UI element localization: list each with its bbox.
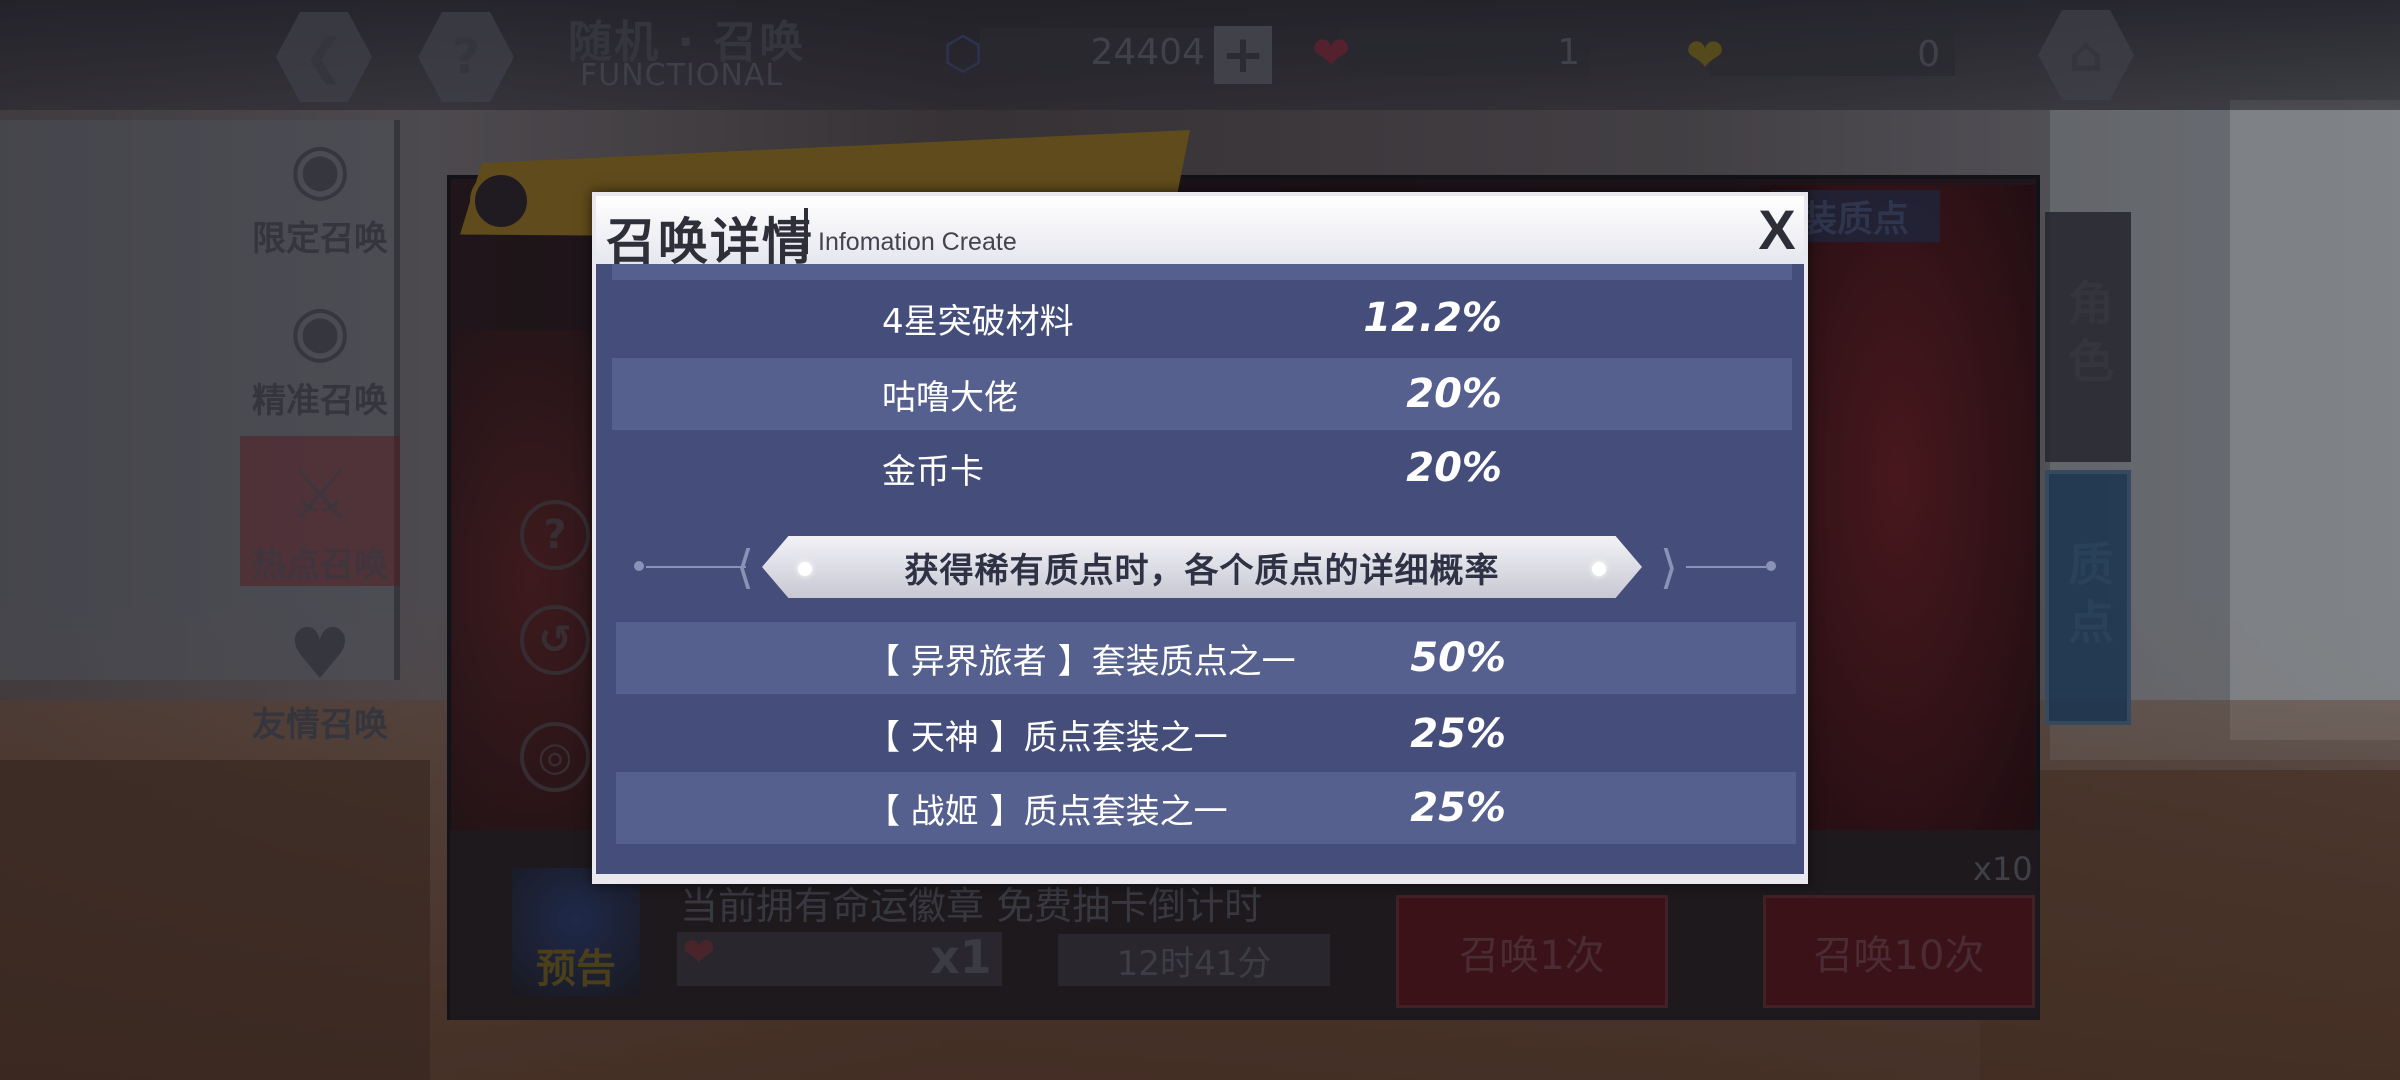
- close-button[interactable]: X: [1750, 198, 1804, 261]
- list-item: 金币卡 20%: [612, 432, 1792, 504]
- item-name: 【 异界旅者 】套装质点之一: [866, 641, 1296, 682]
- item-name: 4星突破材料: [882, 301, 1074, 342]
- chevron-right-icon: ⟩: [1660, 540, 1678, 594]
- dialog-header: 召唤详情 Infomation Create X: [596, 196, 1804, 271]
- list-item: 4星突破材料 12.2%: [612, 282, 1792, 354]
- close-icon: X: [1758, 197, 1796, 261]
- item-rate: 20%: [1406, 371, 1502, 417]
- item-rate: 12.2%: [1363, 295, 1502, 341]
- list-item: 【 异界旅者 】套装质点之一 50%: [616, 622, 1796, 694]
- title-divider: [804, 208, 808, 254]
- item-name: 【 天神 】质点套装之一: [866, 717, 1228, 758]
- list-item: 【 天神 】质点套装之一 25%: [616, 698, 1796, 770]
- section-header: 获得稀有质点时，各个质点的详细概率: [762, 536, 1642, 598]
- dialog-bottom-border: [596, 874, 1804, 880]
- banner-dot: [798, 562, 812, 576]
- divider-dot: [634, 561, 644, 571]
- item-name: 金币卡: [882, 451, 984, 492]
- banner-dot: [1592, 562, 1606, 576]
- summon-details-dialog: 召唤详情 Infomation Create X 4星突破材料 12.2% 咕噜…: [592, 192, 1808, 884]
- section-title: 获得稀有质点时，各个质点的详细概率: [904, 550, 1500, 591]
- item-name: 咕噜大佬: [882, 377, 1018, 418]
- list-item: 【 战姬 】质点套装之一 25%: [616, 772, 1796, 844]
- divider-dot: [1766, 561, 1776, 571]
- list-item: [612, 264, 1792, 280]
- item-rate: 25%: [1410, 711, 1506, 757]
- divider-line: [646, 566, 746, 568]
- item-rate: 25%: [1410, 785, 1506, 831]
- dialog-subtitle: Infomation Create: [818, 228, 1017, 256]
- chevron-left-icon: ⟨: [736, 540, 754, 594]
- item-rate: 20%: [1406, 445, 1502, 491]
- list-item: 咕噜大佬 20%: [612, 358, 1792, 430]
- item-name: 【 战姬 】质点套装之一: [866, 791, 1228, 832]
- probability-list[interactable]: 4星突破材料 12.2% 咕噜大佬 20% 金币卡 20% ⟨ 获得稀有质点时，…: [596, 264, 1804, 880]
- divider-line: [1686, 566, 1766, 568]
- item-rate: 50%: [1410, 635, 1506, 681]
